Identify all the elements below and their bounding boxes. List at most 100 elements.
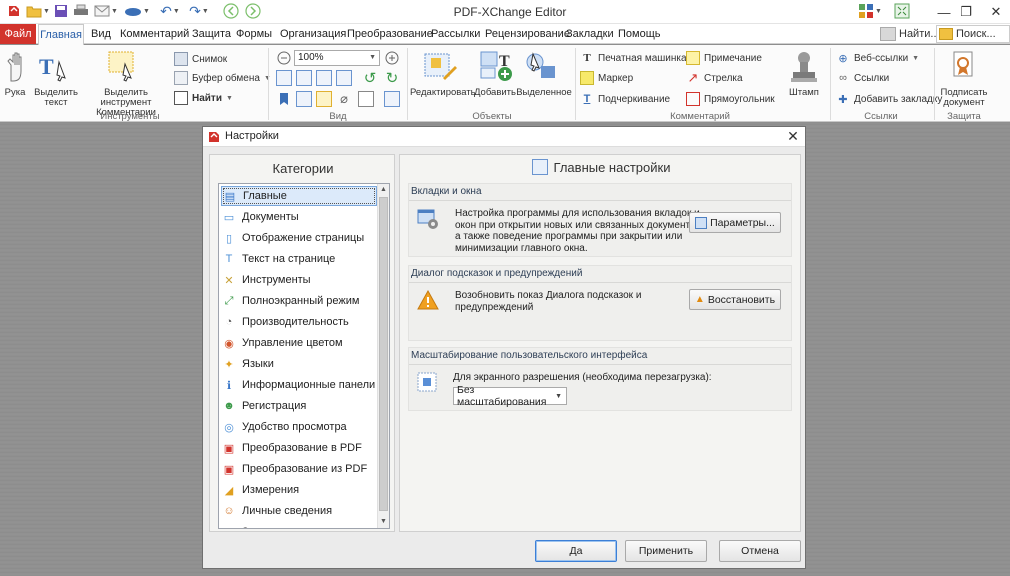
sign-document-label[interactable]: Подписать документ (938, 88, 990, 108)
category-item[interactable]: ✕ Инструменты (221, 270, 377, 290)
tab-home[interactable]: Главная (38, 24, 84, 45)
typewriter-button[interactable]: T Печатная машинка (580, 50, 686, 66)
fullscreen-icon[interactable] (892, 2, 912, 20)
tab-organize[interactable]: Организация (280, 28, 346, 40)
scroll-down-icon[interactable]: ▼ (378, 516, 389, 528)
back-icon[interactable] (222, 2, 240, 20)
note-button[interactable]: Примечание (686, 50, 762, 66)
stamp-icon[interactable] (788, 49, 820, 85)
select-text-label[interactable]: Выделить текст (32, 88, 80, 108)
selected-objects-label[interactable]: Выделенное (514, 88, 574, 98)
category-item[interactable]: ☻ Регистрация (221, 396, 377, 416)
tab-comment[interactable]: Комментарий (120, 28, 189, 40)
ok-button[interactable]: Да (535, 540, 617, 562)
edit-objects-icon[interactable] (422, 49, 460, 83)
add-bookmark-button[interactable]: ✚ Добавить закладку (836, 91, 942, 107)
hand-tool-icon[interactable] (4, 49, 28, 85)
close-button[interactable]: ✕ (976, 0, 1010, 24)
stamp-label[interactable]: Штамп (784, 88, 824, 98)
cancel-button[interactable]: Отмена (719, 540, 801, 562)
search-button[interactable]: Поиск... (936, 25, 1010, 43)
comments-pane-icon[interactable] (316, 91, 332, 107)
category-item[interactable]: ▤ Главные (221, 186, 377, 206)
zoom-out-icon[interactable] (276, 50, 292, 66)
arrow-button[interactable]: ↗ Стрелка (686, 70, 743, 86)
scaling-select[interactable]: Без масштабирования ▼ (453, 384, 567, 408)
rectangle-button[interactable]: Прямоугольник (686, 91, 775, 107)
snapshot-button[interactable]: Снимок (174, 51, 227, 67)
select-comments-icon[interactable] (104, 49, 140, 83)
camera-icon (174, 52, 188, 66)
tab-view[interactable]: Вид (91, 28, 111, 40)
restore-button[interactable]: ▲ Восстановить (689, 289, 781, 310)
tab-help[interactable]: Помощь (618, 28, 661, 40)
rotate-left-icon[interactable]: ↺ (362, 70, 378, 87)
category-item[interactable]: ◢ Измерения (221, 480, 377, 500)
save-icon[interactable] (52, 2, 70, 20)
category-item[interactable]: ▣ Преобразование из PDF (221, 459, 377, 479)
properties-icon[interactable] (358, 91, 374, 107)
category-item[interactable]: ▭ Документы (221, 207, 377, 227)
scan-icon[interactable]: ▼ (122, 2, 152, 20)
category-item[interactable]: T Текст на странице (221, 249, 377, 269)
category-item[interactable]: ◔ Производительность (221, 312, 377, 332)
parameters-button[interactable]: Параметры... (689, 212, 781, 233)
zoom-in-icon[interactable] (384, 50, 400, 66)
find-button[interactable]: Найти... (880, 25, 940, 43)
hand-tool-label[interactable]: Рука (2, 88, 28, 98)
find-tool-button[interactable]: Найти ▼ (174, 90, 233, 106)
web-links-button[interactable]: ⊕ Веб-ссылки ▼ (836, 50, 919, 66)
tab-file[interactable]: Файл (0, 24, 36, 44)
category-item[interactable]: ☺ Личные сведения (221, 501, 377, 521)
rotate-right-icon[interactable]: ↻ (384, 70, 400, 87)
tab-forms[interactable]: Формы (236, 28, 272, 40)
clipboard-button[interactable]: Буфер обмена▼ (174, 70, 271, 86)
redo-icon[interactable]: ↷ ▼ (186, 2, 212, 20)
apply-button[interactable]: Применить (625, 540, 707, 562)
undo-icon[interactable]: ↶ ▼ (158, 2, 182, 20)
add-objects-label[interactable]: Добавить (472, 88, 518, 98)
edit-objects-label[interactable]: Редактировать (410, 88, 476, 98)
dialog-close-icon[interactable]: ✕ (785, 128, 801, 144)
attachments-icon[interactable]: ⌀ (336, 91, 352, 107)
fit-visible-icon[interactable] (336, 70, 352, 86)
categories-scrollbar[interactable]: ▲ ▼ (377, 184, 389, 528)
sign-document-icon[interactable] (950, 49, 978, 83)
category-item[interactable]: ✦ Языки (221, 354, 377, 374)
bookmark-icon[interactable] (276, 91, 292, 107)
category-item[interactable]: ⤢ Полноэкранный режим (221, 291, 377, 311)
print-icon[interactable] (72, 2, 90, 20)
mail-icon[interactable]: ▼ (94, 2, 118, 20)
tab-review[interactable]: Рецензирование (485, 28, 570, 40)
selected-objects-icon[interactable] (524, 49, 560, 83)
category-item[interactable]: ▣ Преобразование в PDF (221, 438, 377, 458)
category-item[interactable]: ▯ Отображение страницы (221, 228, 377, 248)
customize-toolbar-icon[interactable]: ▼ (856, 2, 884, 20)
tab-convert[interactable]: Преобразование (347, 28, 433, 40)
forward-icon[interactable] (244, 2, 262, 20)
note-icon (686, 51, 700, 65)
marker-button[interactable]: Маркер (580, 70, 633, 86)
view-settings-icon[interactable] (384, 91, 400, 107)
fit-page-icon[interactable] (296, 70, 312, 86)
category-item[interactable]: ℹ Информационные панели документа (221, 375, 377, 395)
zoom-dropdown-icon[interactable]: ▼ (369, 51, 376, 65)
thumbnails-icon[interactable] (296, 91, 312, 107)
select-text-icon[interactable]: T (36, 51, 70, 83)
fit-width-icon[interactable] (316, 70, 332, 86)
underline-button[interactable]: T Подчеркивание (580, 91, 670, 107)
open-folder-icon[interactable]: ▼ (26, 2, 50, 20)
category-item[interactable]: ◎ Удобство просмотра (221, 417, 377, 437)
dialog-title-bar[interactable]: Настройки ✕ (203, 127, 805, 147)
tab-protect[interactable]: Защита (192, 28, 231, 40)
category-item[interactable]: ▲ Защита (221, 522, 377, 528)
category-item[interactable]: ◉ Управление цветом (221, 333, 377, 353)
tab-mailings[interactable]: Рассылки (431, 28, 480, 40)
add-objects-icon[interactable]: T (478, 49, 514, 83)
zoom-input[interactable]: 100% ▼ (294, 50, 380, 66)
scrollbar-thumb[interactable] (379, 197, 388, 511)
scroll-up-icon[interactable]: ▲ (378, 184, 389, 196)
actual-size-icon[interactable] (276, 70, 292, 86)
tab-bookmarks[interactable]: Закладки (566, 28, 614, 40)
links-button[interactable]: ∞ Ссылки (836, 70, 889, 86)
